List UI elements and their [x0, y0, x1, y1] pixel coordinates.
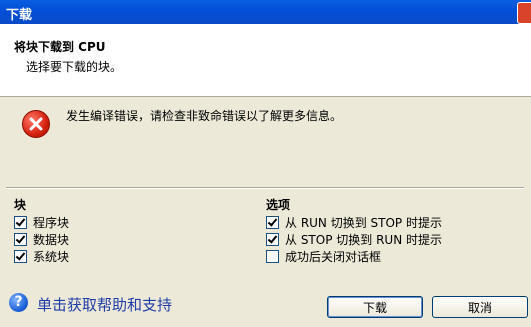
checkbox-label: 程序块	[33, 216, 70, 230]
options-title: 选项	[266, 198, 291, 212]
window-title: 下载	[6, 8, 33, 23]
dialog-header: 将块下载到 CPU 选择要下载的块。	[0, 24, 531, 97]
checkbox-prompt-stop-to-run[interactable]: 从 STOP 切换到 RUN 时提示	[266, 231, 442, 248]
blocks-title: 块	[14, 198, 27, 212]
checkbox-label: 数据块	[33, 233, 70, 247]
help-link[interactable]: 单击获取帮助和支持	[37, 294, 172, 315]
error-icon	[22, 110, 50, 138]
options-group: 选项 从 RUN 切换到 STOP 时提示 从 STOP 切换到 RUN 时提示…	[266, 196, 442, 265]
title-bar: 下载	[0, 0, 531, 24]
cancel-button[interactable]: 取消	[432, 296, 528, 318]
checkbox-label: 从 STOP 切换到 RUN 时提示	[285, 233, 442, 247]
checkbox-data-block[interactable]: 数据块	[14, 231, 69, 248]
checkbox[interactable]	[14, 250, 27, 263]
checkbox-prompt-run-to-stop[interactable]: 从 RUN 切换到 STOP 时提示	[266, 214, 442, 231]
error-row: 发生编译错误，请检查非致命错误以了解更多信息。	[0, 98, 531, 148]
checkbox[interactable]	[14, 233, 27, 246]
checkbox[interactable]	[14, 216, 27, 229]
checkbox[interactable]	[266, 216, 279, 229]
separator	[6, 187, 524, 189]
blocks-group: 块 程序块 数据块 系统块	[14, 196, 69, 265]
error-message: 发生编译错误，请检查非致命错误以了解更多信息。	[66, 109, 343, 123]
help-icon[interactable]: ?	[9, 293, 28, 312]
checkbox-program-block[interactable]: 程序块	[14, 214, 69, 231]
checkbox-label: 系统块	[33, 250, 70, 264]
checkbox-system-block[interactable]: 系统块	[14, 248, 69, 265]
download-button[interactable]: 下载	[327, 296, 423, 318]
checkbox-label: 从 RUN 切换到 STOP 时提示	[285, 216, 442, 230]
checkbox-close-on-success[interactable]: 成功后关闭对话框	[266, 248, 442, 265]
checkbox[interactable]	[266, 250, 279, 263]
checkbox[interactable]	[266, 233, 279, 246]
header-subtitle: 选择要下载的块。	[26, 60, 123, 74]
header-title: 将块下载到 CPU	[14, 40, 106, 54]
close-button[interactable]	[517, 2, 531, 24]
checkbox-label: 成功后关闭对话框	[285, 250, 382, 264]
